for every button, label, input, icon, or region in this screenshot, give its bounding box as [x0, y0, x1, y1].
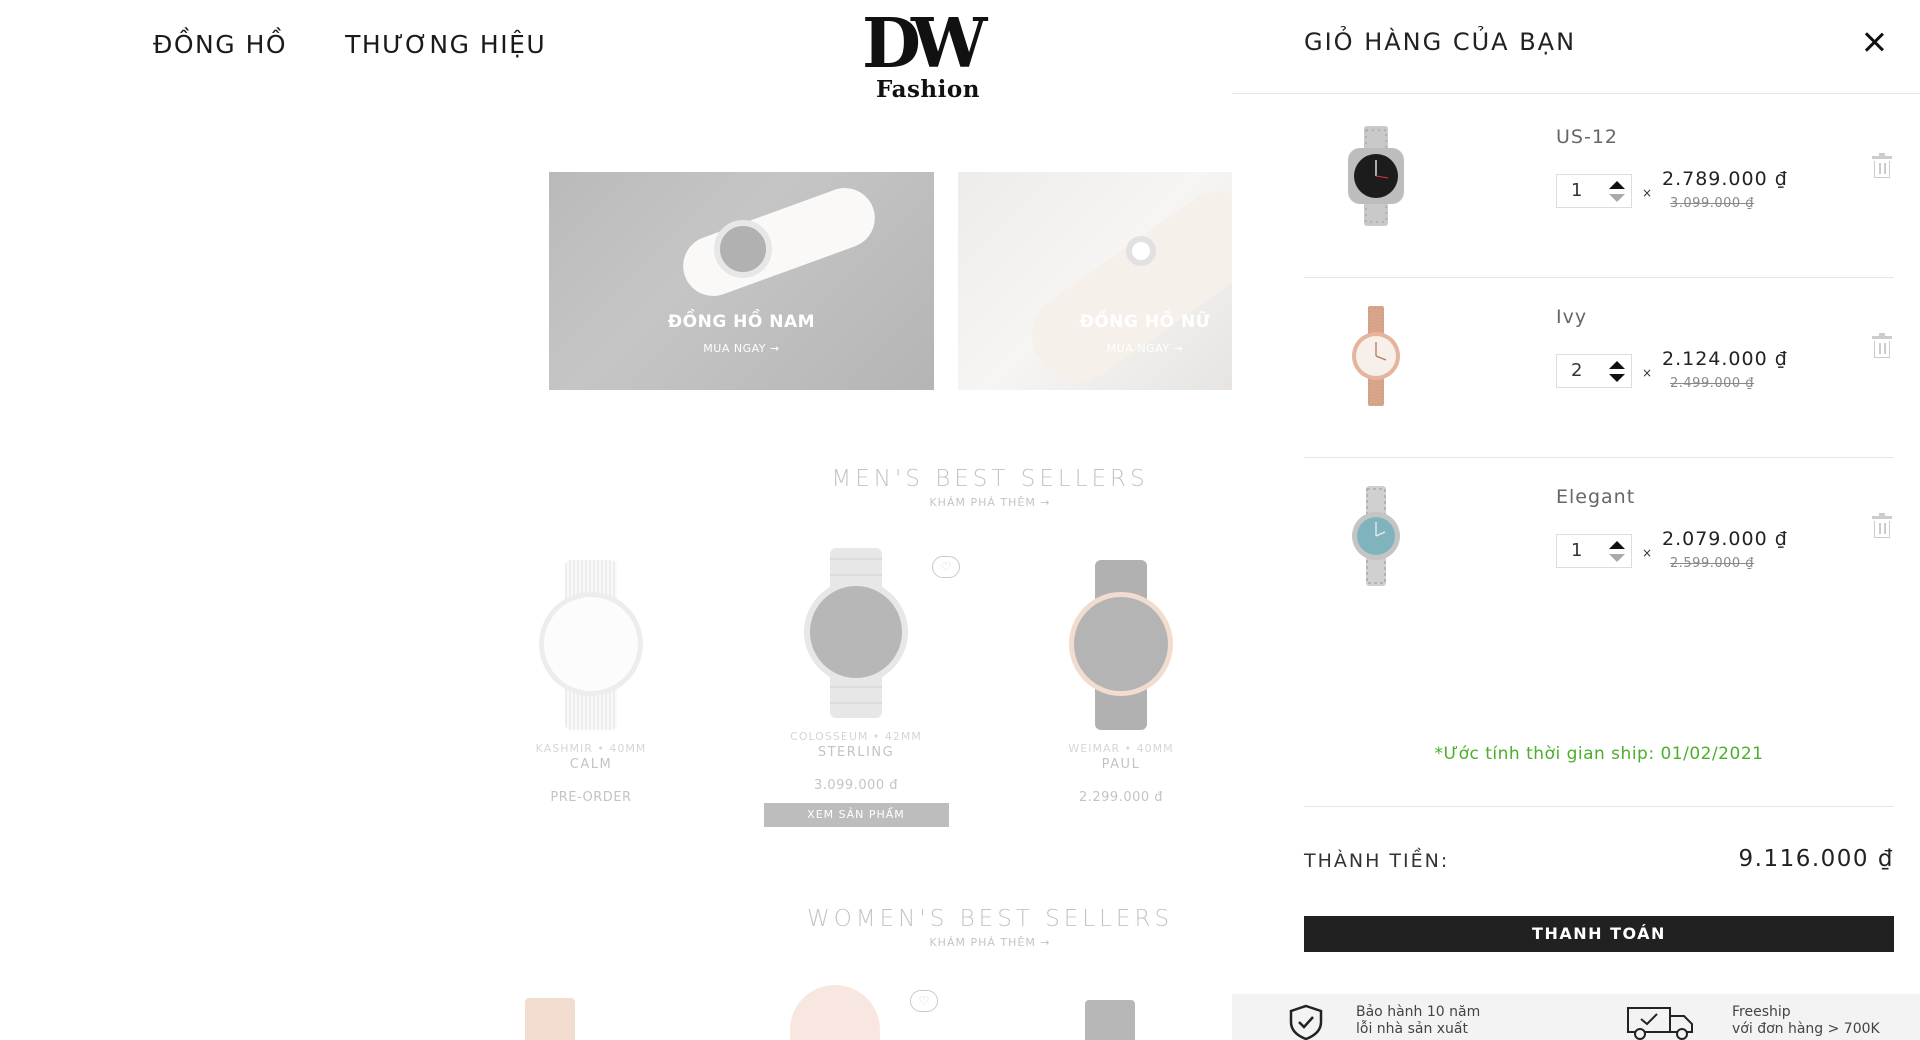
product-price: 2.299.000 đ [1078, 790, 1164, 805]
cart-item-name: Elegant [1556, 486, 1636, 508]
heart-icon[interactable]: ♡ [932, 556, 960, 578]
multiply-sign: × [1642, 186, 1653, 200]
perk-line: lỗi nhà sản xuất [1356, 1021, 1468, 1037]
cart-item-name: US-12 [1556, 126, 1618, 148]
cart-drawer: GIỎ HÀNG CỦA BẠN US-12 1 × 2.789.000 ₫ 3… [1232, 0, 1920, 1040]
cart-item-old-price: 3.099.000 ₫ [1670, 196, 1755, 211]
product-image [790, 985, 880, 1040]
cart-item-old-price: 2.599.000 ₫ [1670, 556, 1755, 571]
cart-title: GIỎ HÀNG CỦA BẠN [1304, 28, 1577, 56]
cart-item-name: Ivy [1556, 306, 1588, 328]
checkout-button[interactable]: THANH TOÁN [1304, 916, 1894, 952]
perk-line: Freeship [1732, 1004, 1791, 1020]
womens-more-link[interactable]: KHÁM PHÁ THÊM → [690, 936, 1290, 949]
product-image [525, 998, 575, 1040]
decrease-arrow-icon[interactable] [1609, 374, 1625, 382]
product-name: CALM [569, 757, 613, 772]
product-price: 3.099.000 đ [813, 778, 899, 793]
banner-women-title: ĐỒNG HỒ NỮ [1079, 312, 1211, 332]
increase-arrow-icon[interactable] [1609, 181, 1625, 189]
banner-watch [714, 220, 772, 278]
product-meta: WEIMAR • 40MM [1068, 742, 1174, 755]
mens-section-title: MEN'S BEST SELLERS [831, 466, 1149, 492]
close-icon[interactable] [1862, 30, 1886, 54]
product-card[interactable]: WEIMAR • 40MM PAUL 2.299.000 đ [1011, 560, 1231, 805]
multiply-sign: × [1642, 366, 1653, 380]
increase-arrow-icon[interactable] [1609, 361, 1625, 369]
divider [1232, 93, 1920, 94]
product-card[interactable]: ♡ COLOSSEUM • 42MM STERLING 3.099.000 đ … [746, 548, 966, 827]
banner-men[interactable]: ĐỒNG HỒ NAM MUA NGAY → [549, 172, 934, 390]
divider [1304, 806, 1894, 807]
banner-men-cta: MUA NGAY → [703, 342, 780, 355]
womens-section-title: WOMEN'S BEST SELLERS [806, 906, 1174, 932]
product-name: PAUL [1101, 757, 1141, 772]
delivery-truck-icon [1627, 1007, 1693, 1040]
cart-item: US-12 1 × 2.789.000 ₫ 3.099.000 ₫ [1304, 98, 1894, 278]
product-meta: KASHMIR • 40MM [535, 742, 647, 755]
nav-watches[interactable]: ĐỒNG HỒ [153, 30, 287, 59]
multiply-sign: × [1642, 546, 1653, 560]
cart-item-price: 2.079.000 ₫ [1662, 528, 1788, 550]
banner-women-cta: MUA NGAY → [1106, 342, 1184, 355]
quantity-value[interactable]: 2 [1571, 360, 1582, 381]
logo-text: Fashion [876, 76, 980, 103]
quantity-stepper[interactable]: 2 [1556, 354, 1632, 388]
cart-item: Elegant 1 × 2.079.000 ₫ 2.599.000 ₫ [1304, 458, 1894, 638]
banner-men-title: ĐỒNG HỒ NAM [667, 312, 816, 332]
cart-item-old-price: 2.499.000 ₫ [1670, 376, 1755, 391]
freeship-perk: Freeship với đơn hàng > 700K [1732, 1004, 1880, 1038]
quantity-stepper[interactable]: 1 [1556, 534, 1632, 568]
quantity-stepper[interactable]: 1 [1556, 174, 1632, 208]
trash-icon[interactable] [1872, 513, 1892, 538]
product-card[interactable]: KASHMIR • 40MM CALM PRE-ORDER [481, 560, 701, 805]
perks-bar: Bảo hành 10 năm lỗi nhà sản xuất Freeshi… [1232, 994, 1920, 1040]
quantity-value[interactable]: 1 [1571, 180, 1582, 201]
shield-check-icon [1289, 1004, 1323, 1040]
banner-women[interactable]: ĐỒNG HỒ NỮ MUA NGAY → [958, 172, 1232, 390]
increase-arrow-icon[interactable] [1609, 541, 1625, 549]
warranty-perk: Bảo hành 10 năm lỗi nhà sản xuất [1356, 1004, 1480, 1038]
logo-mark: DW [862, 4, 987, 84]
decrease-arrow-icon[interactable] [1609, 194, 1625, 202]
mens-more-link[interactable]: KHÁM PHÁ THÊM → [690, 496, 1290, 509]
product-meta: COLOSSEUM • 42MM [790, 730, 922, 743]
trash-icon[interactable] [1872, 333, 1892, 358]
trash-icon[interactable] [1872, 153, 1892, 178]
banner-watch [1126, 236, 1156, 266]
shipping-estimate: *Ước tính thời gian ship: 01/02/2021 [1434, 744, 1764, 764]
decrease-arrow-icon[interactable] [1609, 554, 1625, 562]
product-image [796, 548, 916, 718]
total-label: THÀNH TIỀN: [1304, 850, 1450, 872]
cart-item-price: 2.124.000 ₫ [1662, 348, 1788, 370]
cart-item-price: 2.789.000 ₫ [1662, 168, 1788, 190]
product-image [531, 560, 651, 730]
product-image [1085, 1000, 1135, 1040]
top-nav: ĐỒNG HỒ THƯƠNG HIỆU [153, 30, 546, 59]
perk-line: với đơn hàng > 700K [1732, 1021, 1880, 1037]
perk-line: Bảo hành 10 năm [1356, 1004, 1481, 1020]
nav-brands[interactable]: THƯƠNG HIỆU [345, 30, 546, 59]
banner-arm [1015, 175, 1232, 390]
heart-icon[interactable]: ♡ [910, 990, 938, 1012]
product-thumbnail [1348, 126, 1404, 226]
brand-logo[interactable]: DW Fashion [862, 4, 1010, 103]
product-image [1061, 560, 1181, 730]
cart-item: Ivy 2 × 2.124.000 ₫ 2.499.000 ₫ [1304, 278, 1894, 458]
banner-arm [674, 179, 884, 305]
product-thumbnail [1352, 486, 1400, 586]
product-price: PRE-ORDER [550, 790, 632, 805]
view-product-button[interactable]: XEM SẢN PHẨM [763, 803, 949, 827]
total-value: 9.116.000 ₫ [1738, 846, 1894, 872]
quantity-value[interactable]: 1 [1571, 540, 1582, 561]
product-thumbnail [1352, 306, 1400, 406]
product-name: STERLING [817, 745, 895, 760]
